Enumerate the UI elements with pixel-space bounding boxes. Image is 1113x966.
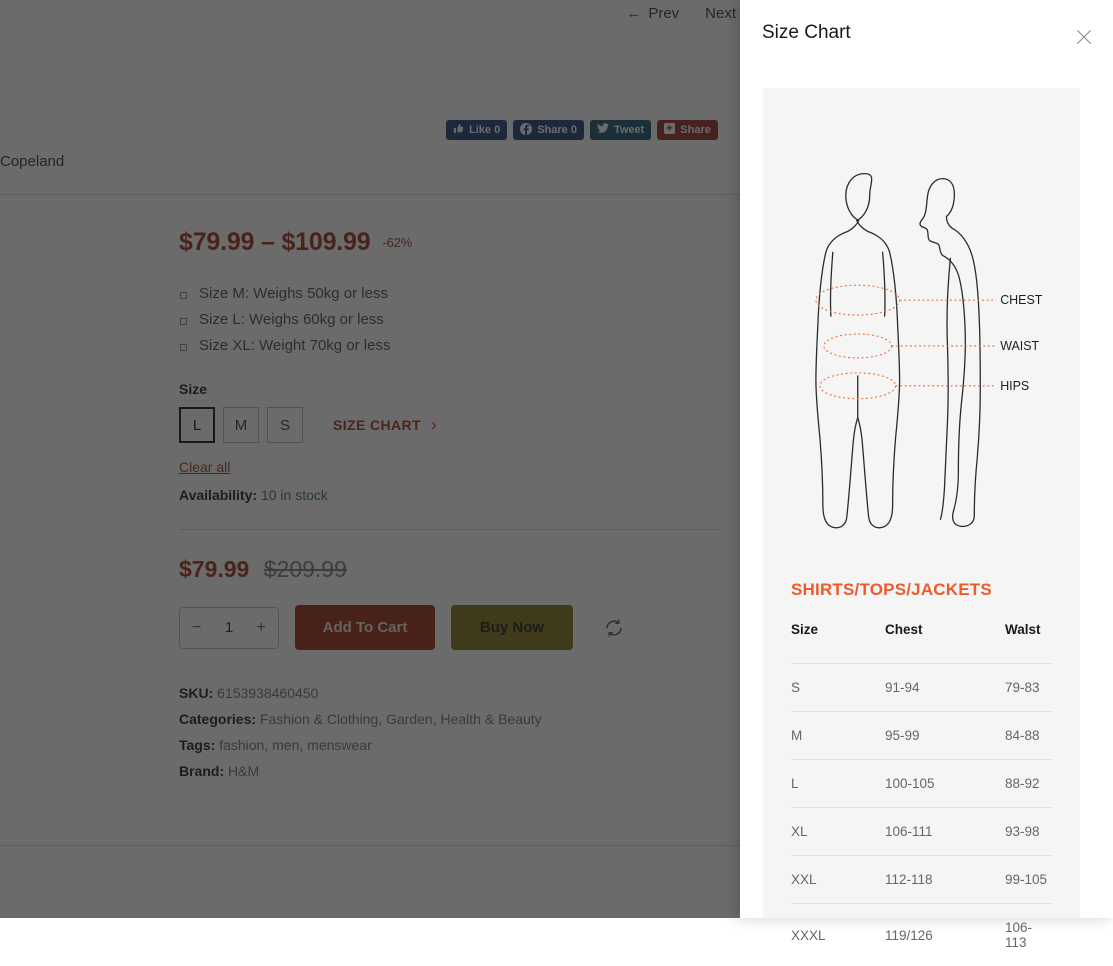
cell-size: S <box>791 664 885 712</box>
body-silhouette-svg: CHEST WAIST HIPS <box>791 128 1052 548</box>
cell-chest: 100-105 <box>885 760 1005 808</box>
diagram-labels: CHEST WAIST HIPS <box>1000 293 1043 393</box>
size-chart-card: CHEST WAIST HIPS SHIRTS/TOPS/JACKETS Siz… <box>763 88 1080 918</box>
cell-chest: 119/126 <box>885 904 1005 966</box>
body-measurement-diagram: CHEST WAIST HIPS <box>791 106 1052 576</box>
cell-chest: 106-111 <box>885 808 1005 856</box>
cell-chest: 91-94 <box>885 664 1005 712</box>
label-waist: WAIST <box>1000 339 1039 353</box>
table-row: L 100-105 88-92 <box>791 760 1052 808</box>
cell-size: XXXL <box>791 904 885 966</box>
cell-waist: 84-88 <box>1005 712 1052 760</box>
column-header-waist: Walst <box>1005 622 1052 664</box>
table-row: S 91-94 79-83 <box>791 664 1052 712</box>
cell-waist: 79-83 <box>1005 664 1052 712</box>
label-hips: HIPS <box>1000 379 1029 393</box>
size-chart-heading: SHIRTS/TOPS/JACKETS <box>791 580 1052 600</box>
table-row: XXXL 119/126 106-113 <box>791 904 1052 966</box>
label-chest: CHEST <box>1000 293 1043 307</box>
table-body: S 91-94 79-83 M 95-99 84-88 L 100-105 88… <box>791 664 1052 966</box>
table-header-row: Size Chest Walst <box>791 622 1052 664</box>
cell-size: XXL <box>791 856 885 904</box>
table-row: XXL 112-118 99-105 <box>791 856 1052 904</box>
column-header-chest: Chest <box>885 622 1005 664</box>
cell-waist: 106-113 <box>1005 904 1052 966</box>
size-chart-title: Size Chart <box>762 22 1089 44</box>
cell-waist: 88-92 <box>1005 760 1052 808</box>
cell-waist: 99-105 <box>1005 856 1052 904</box>
size-chart-header: Size Chart <box>740 0 1113 72</box>
size-chart-modal: Size Chart <box>740 0 1113 918</box>
column-header-size: Size <box>791 622 885 664</box>
cell-size: M <box>791 712 885 760</box>
cell-size: XL <box>791 808 885 856</box>
cell-size: L <box>791 760 885 808</box>
cell-chest: 95-99 <box>885 712 1005 760</box>
size-chart-table: Size Chest Walst S 91-94 79-83 M 95-99 8… <box>791 622 1052 966</box>
cell-chest: 112-118 <box>885 856 1005 904</box>
table-row: M 95-99 84-88 <box>791 712 1052 760</box>
cell-waist: 93-98 <box>1005 808 1052 856</box>
close-icon[interactable] <box>1073 26 1095 48</box>
table-row: XL 106-111 93-98 <box>791 808 1052 856</box>
